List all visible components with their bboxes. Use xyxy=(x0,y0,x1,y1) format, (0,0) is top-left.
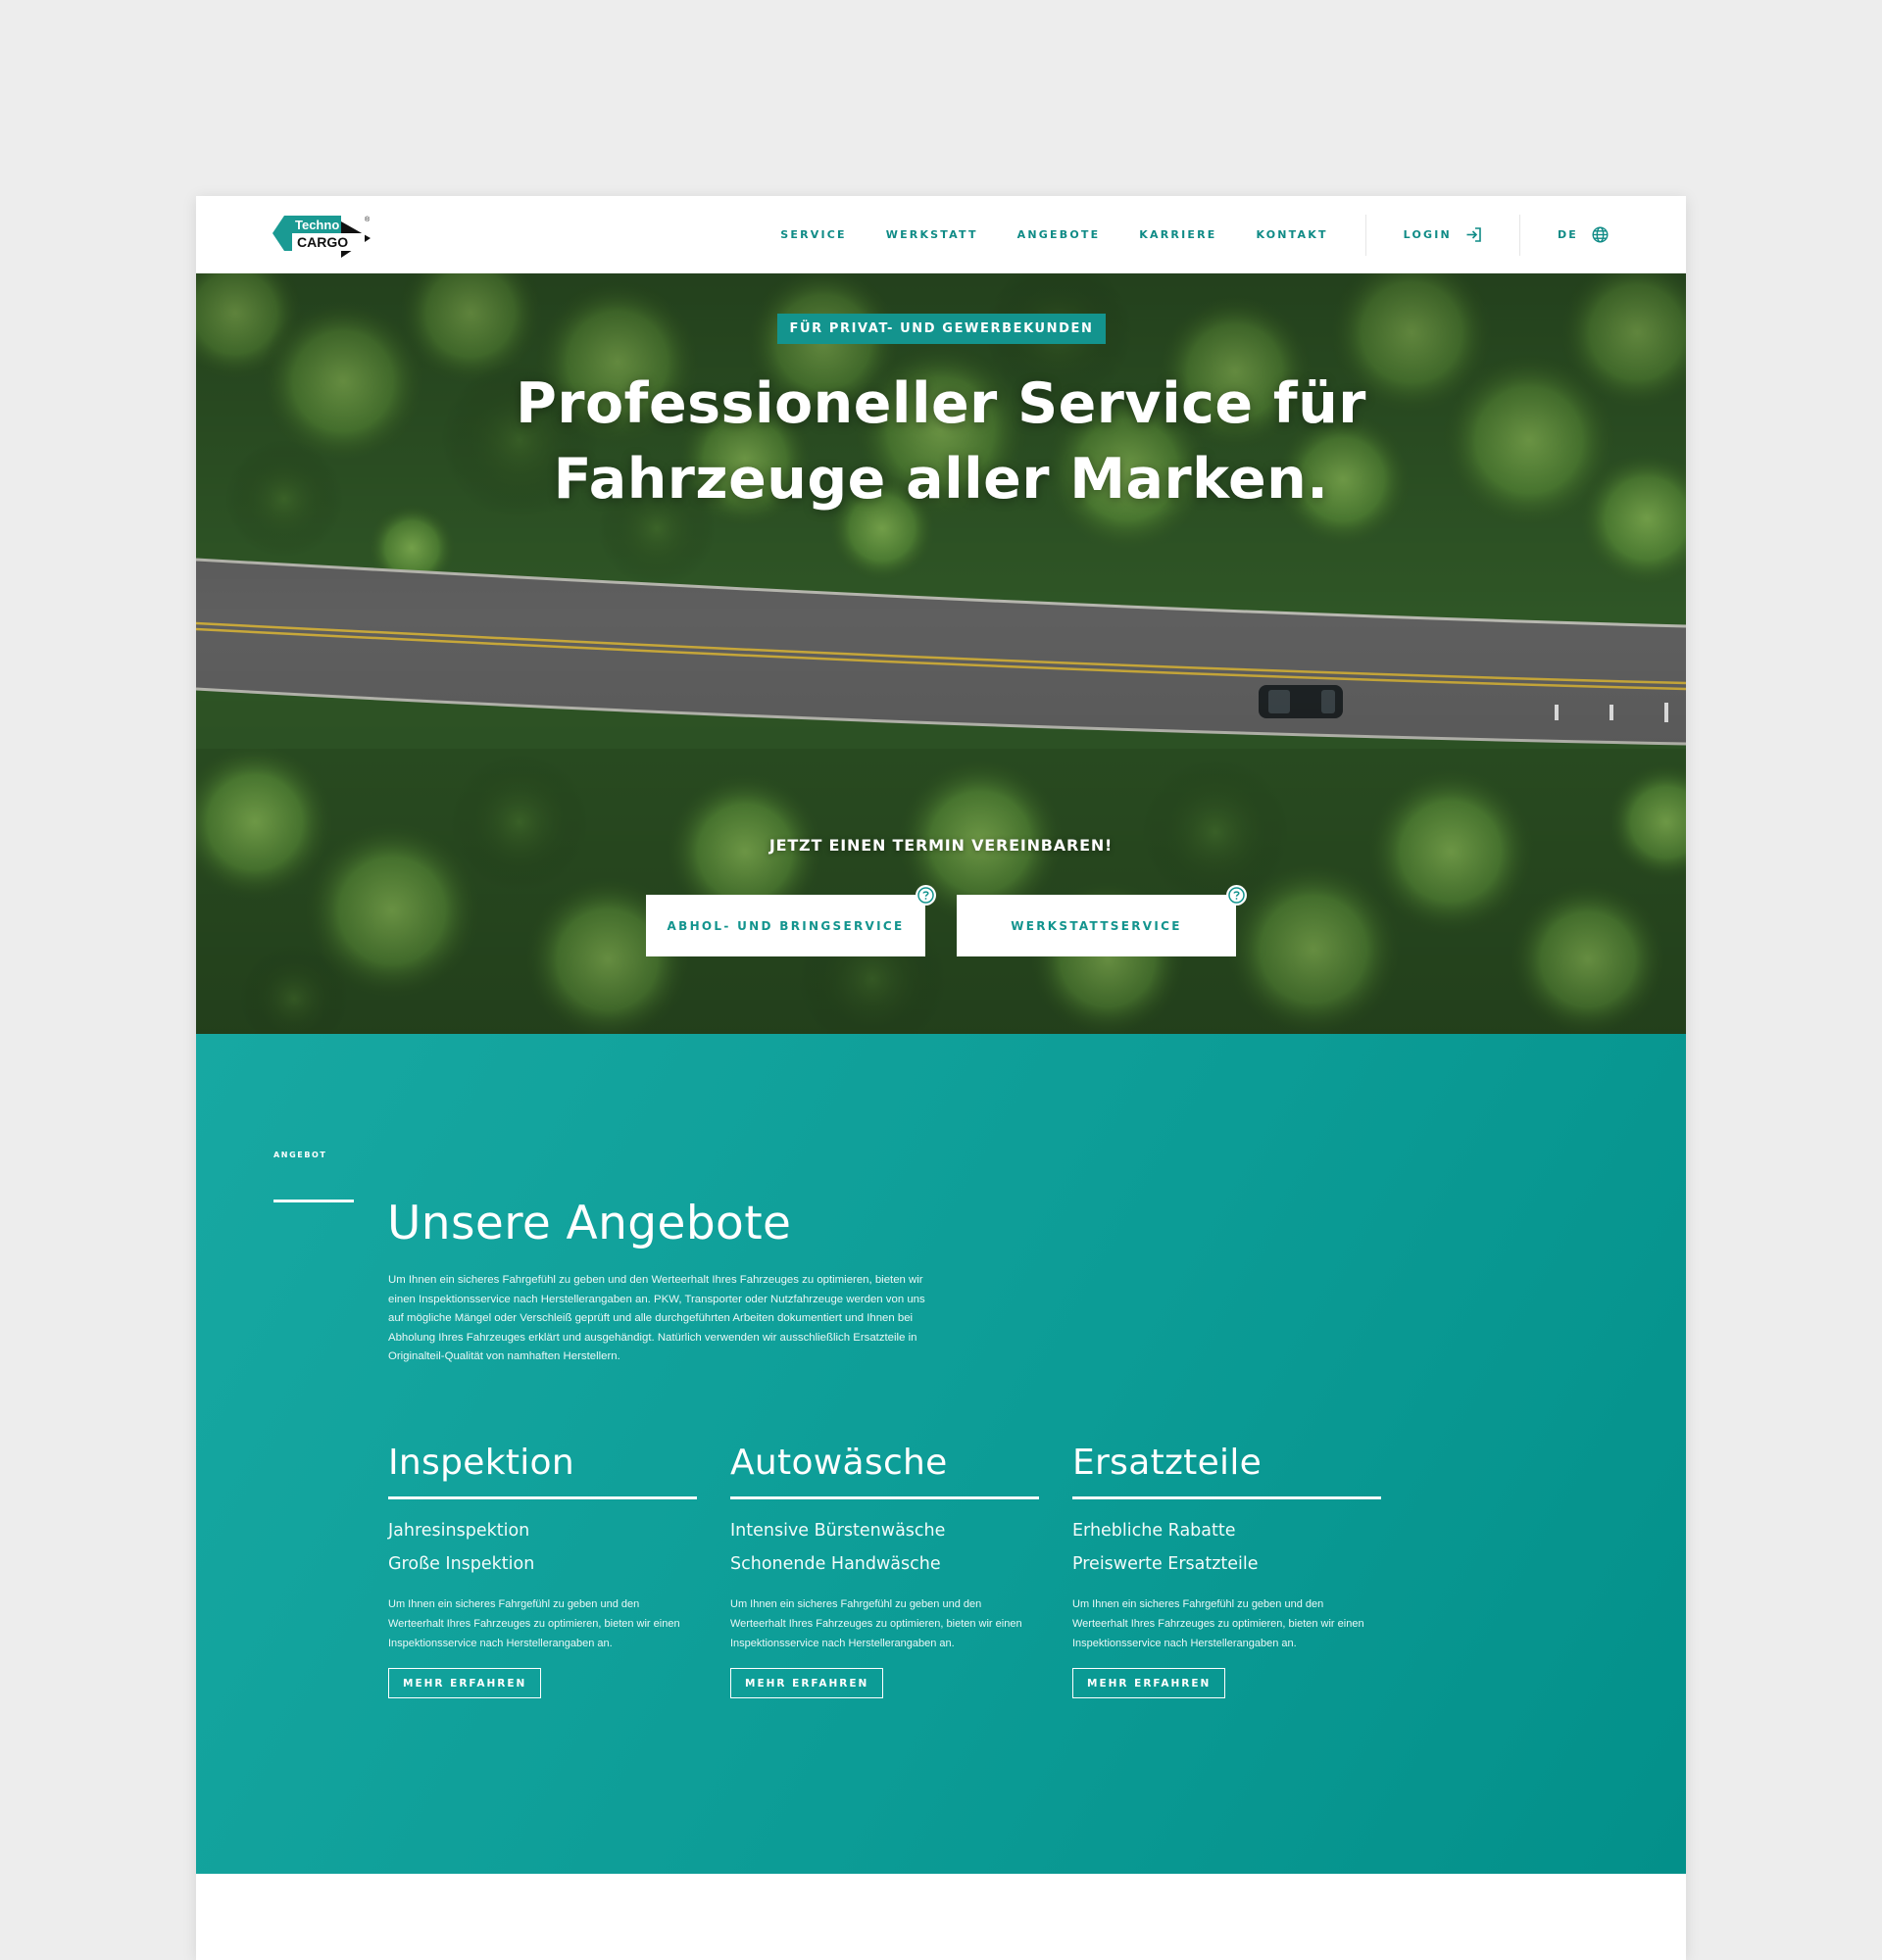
workshop-service-button[interactable]: WERKSTATTSERVICE xyxy=(957,885,1247,956)
offer-divider xyxy=(388,1496,697,1499)
nav-item-angebote[interactable]: ANGEBOTE xyxy=(1017,228,1101,241)
hero-title: Professioneller Service für Fahrzeuge al… xyxy=(451,367,1431,517)
question-circle-icon[interactable] xyxy=(1225,884,1248,906)
nav-divider xyxy=(1518,214,1520,256)
offer-item: Erhebliche Rabatte xyxy=(1072,1521,1236,1541)
techno-cargo-logo[interactable]: Techno CARGO ® xyxy=(272,214,388,263)
hero-title-line-2: Fahrzeuge aller Marken. xyxy=(553,447,1329,512)
offers-intro-text: Um Ihnen ein sicheres Fahrgefühl zu gebe… xyxy=(388,1274,925,1363)
offer-description: Um Ihnen ein sicheres Fahrgefühl zu gebe… xyxy=(1072,1598,1364,1649)
question-circle-icon[interactable] xyxy=(915,884,937,906)
nav-item-werkstatt[interactable]: WERKSTATT xyxy=(886,228,978,241)
nav-item-karriere[interactable]: KARRIERE xyxy=(1139,228,1216,241)
offer-title: Ersatzteile xyxy=(1072,1443,1263,1483)
nav-item-service[interactable]: SERVICE xyxy=(780,228,847,241)
eyebrow-divider xyxy=(273,1200,354,1202)
nav-divider xyxy=(1364,214,1366,256)
hero-section: FÜR PRIVAT- UND GEWERBEKUNDEN Profession… xyxy=(196,273,1686,1034)
offers-title: Unsere Angebote xyxy=(387,1197,792,1250)
nav-item-kontakt[interactable]: KONTAKT xyxy=(1256,228,1327,241)
ersatzteile-more-button[interactable]: MEHR ERFAHREN xyxy=(1072,1668,1226,1699)
workshop-service-label: WERKSTATTSERVICE xyxy=(1011,918,1182,933)
autowaesche-more-button[interactable]: MEHR ERFAHREN xyxy=(730,1668,884,1699)
offer-title: Inspektion xyxy=(388,1443,574,1483)
offer-column-inspektion: Inspektion Jahresinspektion Große Inspek… xyxy=(388,1442,697,1699)
hero-title-line-1: Professioneller Service für xyxy=(516,371,1366,436)
globe-icon xyxy=(1592,226,1609,243)
offer-description: Um Ihnen ein sicheres Fahrgefühl zu gebe… xyxy=(388,1598,680,1649)
appointment-cta-label: JETZT EINEN TERMIN VEREINBAREN! xyxy=(768,836,1114,855)
inspektion-more-button[interactable]: MEHR ERFAHREN xyxy=(388,1668,542,1699)
registered-mark: ® xyxy=(365,216,371,223)
offer-item: Preiswerte Ersatzteile xyxy=(1072,1554,1259,1574)
section-eyebrow: ANGEBOT xyxy=(273,1151,327,1159)
language-label: DE xyxy=(1557,228,1578,241)
offer-column-autowaesche: Autowäsche Intensive Bürstenwäsche Schon… xyxy=(730,1442,1039,1699)
page-card: Techno CARGO ® SERVICE WERKSTATT ANGEBOT… xyxy=(196,196,1686,1960)
offer-item-list: Jahresinspektion Große Inspektion xyxy=(388,1514,697,1581)
offer-item: Große Inspektion xyxy=(388,1554,535,1574)
offers-section: ANGEBOT Unsere Angebote Um Ihnen ein sic… xyxy=(196,1034,1686,1874)
offer-divider xyxy=(1072,1496,1381,1499)
offer-item-list: Erhebliche Rabatte Preiswerte Ersatzteil… xyxy=(1072,1514,1381,1581)
site-header: Techno CARGO ® SERVICE WERKSTATT ANGEBOT… xyxy=(196,196,1686,273)
login-label: LOGIN xyxy=(1403,228,1452,241)
offer-title: Autowäsche xyxy=(730,1443,948,1483)
main-nav: SERVICE WERKSTATT ANGEBOTE KARRIERE KONT… xyxy=(780,196,1609,273)
offer-item-list: Intensive Bürstenwäsche Schonende Handwä… xyxy=(730,1514,1039,1581)
offer-item: Schonende Handwäsche xyxy=(730,1554,941,1574)
pickup-delivery-service-button[interactable]: ABHOL- UND BRINGSERVICE xyxy=(646,885,936,956)
offer-column-ersatzteile: Ersatzteile Erhebliche Rabatte Preiswert… xyxy=(1072,1442,1381,1699)
offer-description: Um Ihnen ein sicheres Fahrgefühl zu gebe… xyxy=(730,1598,1022,1649)
customer-type-badge: FÜR PRIVAT- UND GEWERBEKUNDEN xyxy=(777,314,1106,344)
login-link[interactable]: LOGIN xyxy=(1404,226,1482,243)
pickup-delivery-service-label: ABHOL- UND BRINGSERVICE xyxy=(667,918,905,933)
logo-text-top: Techno xyxy=(295,218,339,232)
language-switcher[interactable]: DE xyxy=(1558,226,1609,243)
offer-item: Jahresinspektion xyxy=(388,1521,530,1541)
offer-item: Intensive Bürstenwäsche xyxy=(730,1521,946,1541)
logo-text-bottom: CARGO xyxy=(297,234,348,250)
login-arrow-icon xyxy=(1466,227,1481,242)
offer-divider xyxy=(730,1496,1039,1499)
